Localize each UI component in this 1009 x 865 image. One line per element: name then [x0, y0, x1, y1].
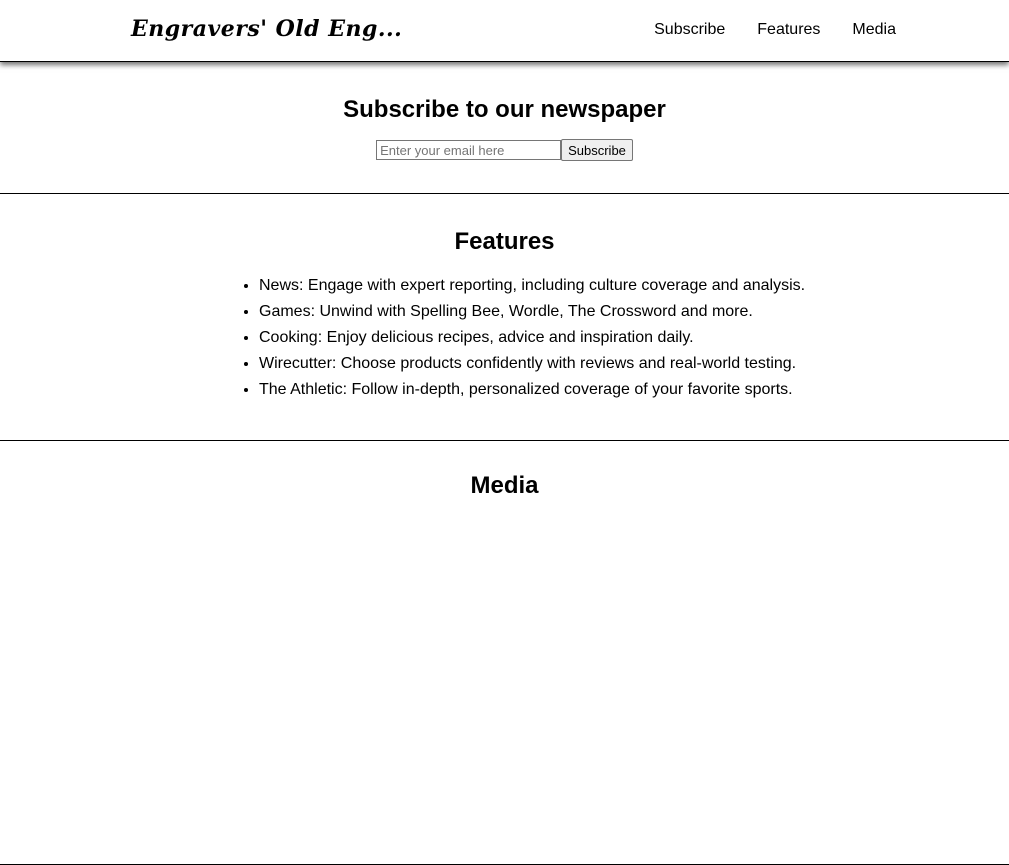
subscribe-button[interactable]: Subscribe	[561, 139, 633, 161]
email-input[interactable]	[376, 140, 562, 160]
features-section: Features News: Engage with expert report…	[0, 194, 1009, 441]
site-header: Engravers' Old Eng... Subscribe Features…	[0, 0, 1009, 62]
feature-item-athletic: The Athletic: Follow in-depth, personali…	[259, 379, 805, 405]
feature-item-cooking: Cooking: Enjoy delicious recipes, advice…	[259, 327, 805, 353]
main-nav: Subscribe Features Media	[654, 21, 896, 39]
feature-item-news: News: Engage with expert reporting, incl…	[259, 275, 805, 301]
nav-link-media[interactable]: Media	[852, 21, 896, 39]
site-logo[interactable]: Engravers' Old Eng...	[131, 16, 402, 42]
subscribe-section: Subscribe to our newspaper Subscribe	[0, 62, 1009, 194]
feature-item-wirecutter: Wirecutter: Choose products confidently …	[259, 353, 805, 379]
nav-link-features[interactable]: Features	[757, 21, 820, 39]
subscribe-title: Subscribe to our newspaper	[343, 96, 666, 123]
nav-link-subscribe[interactable]: Subscribe	[654, 21, 725, 39]
features-title: Features	[454, 228, 555, 255]
features-list: News: Engage with expert reporting, incl…	[259, 275, 805, 405]
media-section: Media	[0, 441, 1009, 865]
media-title: Media	[470, 472, 539, 499]
feature-item-games: Games: Unwind with Spelling Bee, Wordle,…	[259, 301, 805, 327]
subscribe-form: Subscribe	[0, 139, 1009, 161]
